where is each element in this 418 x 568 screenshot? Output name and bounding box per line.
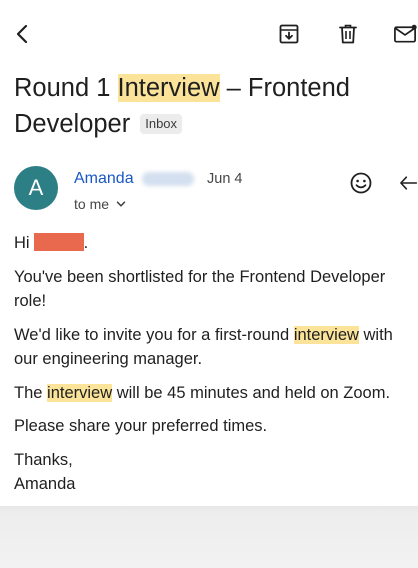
- para3-text-start: The: [14, 383, 48, 402]
- subject-highlight: Interview: [117, 74, 220, 102]
- subject-text-start: Round 1: [14, 74, 118, 102]
- para2-text-start: We'd like to invite you for a first-roun…: [14, 325, 294, 344]
- para2-highlight: interview: [293, 325, 359, 344]
- body-paragraph-2: We'd like to invite you for a first-roun…: [14, 323, 418, 372]
- sender-avatar[interactable]: A: [14, 166, 58, 210]
- mark-unread-button[interactable]: [393, 20, 418, 48]
- add-reaction-button[interactable]: [348, 170, 374, 196]
- arrow-left-icon: [16, 24, 28, 44]
- email-subject: Round 1 Interview – Frontend Developer In…: [14, 70, 414, 142]
- toolbar: [0, 0, 418, 66]
- greeting-line: Hi.: [14, 231, 418, 256]
- trash-icon: [339, 24, 357, 44]
- para3-highlight: interview: [47, 383, 113, 402]
- sender-email-redacted: [142, 172, 194, 186]
- recipient-label: to me: [74, 196, 110, 212]
- greeting-end: .: [83, 234, 89, 252]
- signoff: Thanks,: [14, 450, 73, 469]
- delete-button[interactable]: [334, 20, 362, 48]
- reply-icon: [400, 176, 418, 190]
- signoff-block: Thanks, Amanda: [14, 448, 418, 497]
- back-button[interactable]: [9, 20, 37, 48]
- chevron-down-icon: [116, 201, 126, 207]
- mail-icon: [394, 24, 417, 43]
- body-paragraph-3: The interview will be 45 minutes and hel…: [14, 381, 418, 406]
- body-paragraph-4: Please share your preferred times.: [14, 417, 268, 435]
- archive-icon: [279, 24, 299, 44]
- body-paragraph-1: You've been shortlisted for the Frontend…: [14, 267, 386, 311]
- bottom-panel: [0, 506, 418, 568]
- recipient-details-toggle[interactable]: to me: [74, 196, 127, 212]
- sender-name[interactable]: Amanda: [74, 170, 134, 188]
- avatar-initial: A: [28, 175, 44, 200]
- email-body: Hi. You've been shortlisted for the Fron…: [14, 231, 418, 497]
- reply-button[interactable]: [398, 170, 418, 196]
- recipient-name-redacted: [33, 233, 84, 251]
- email-date: Jun 4: [207, 171, 243, 187]
- emoji-icon: [350, 172, 372, 194]
- para3-text-end: will be 45 minutes and held on Zoom.: [112, 383, 391, 402]
- signature: Amanda: [14, 475, 76, 493]
- inbox-label-badge[interactable]: Inbox: [140, 114, 183, 134]
- archive-button[interactable]: [275, 20, 303, 48]
- greeting: Hi: [14, 234, 30, 252]
